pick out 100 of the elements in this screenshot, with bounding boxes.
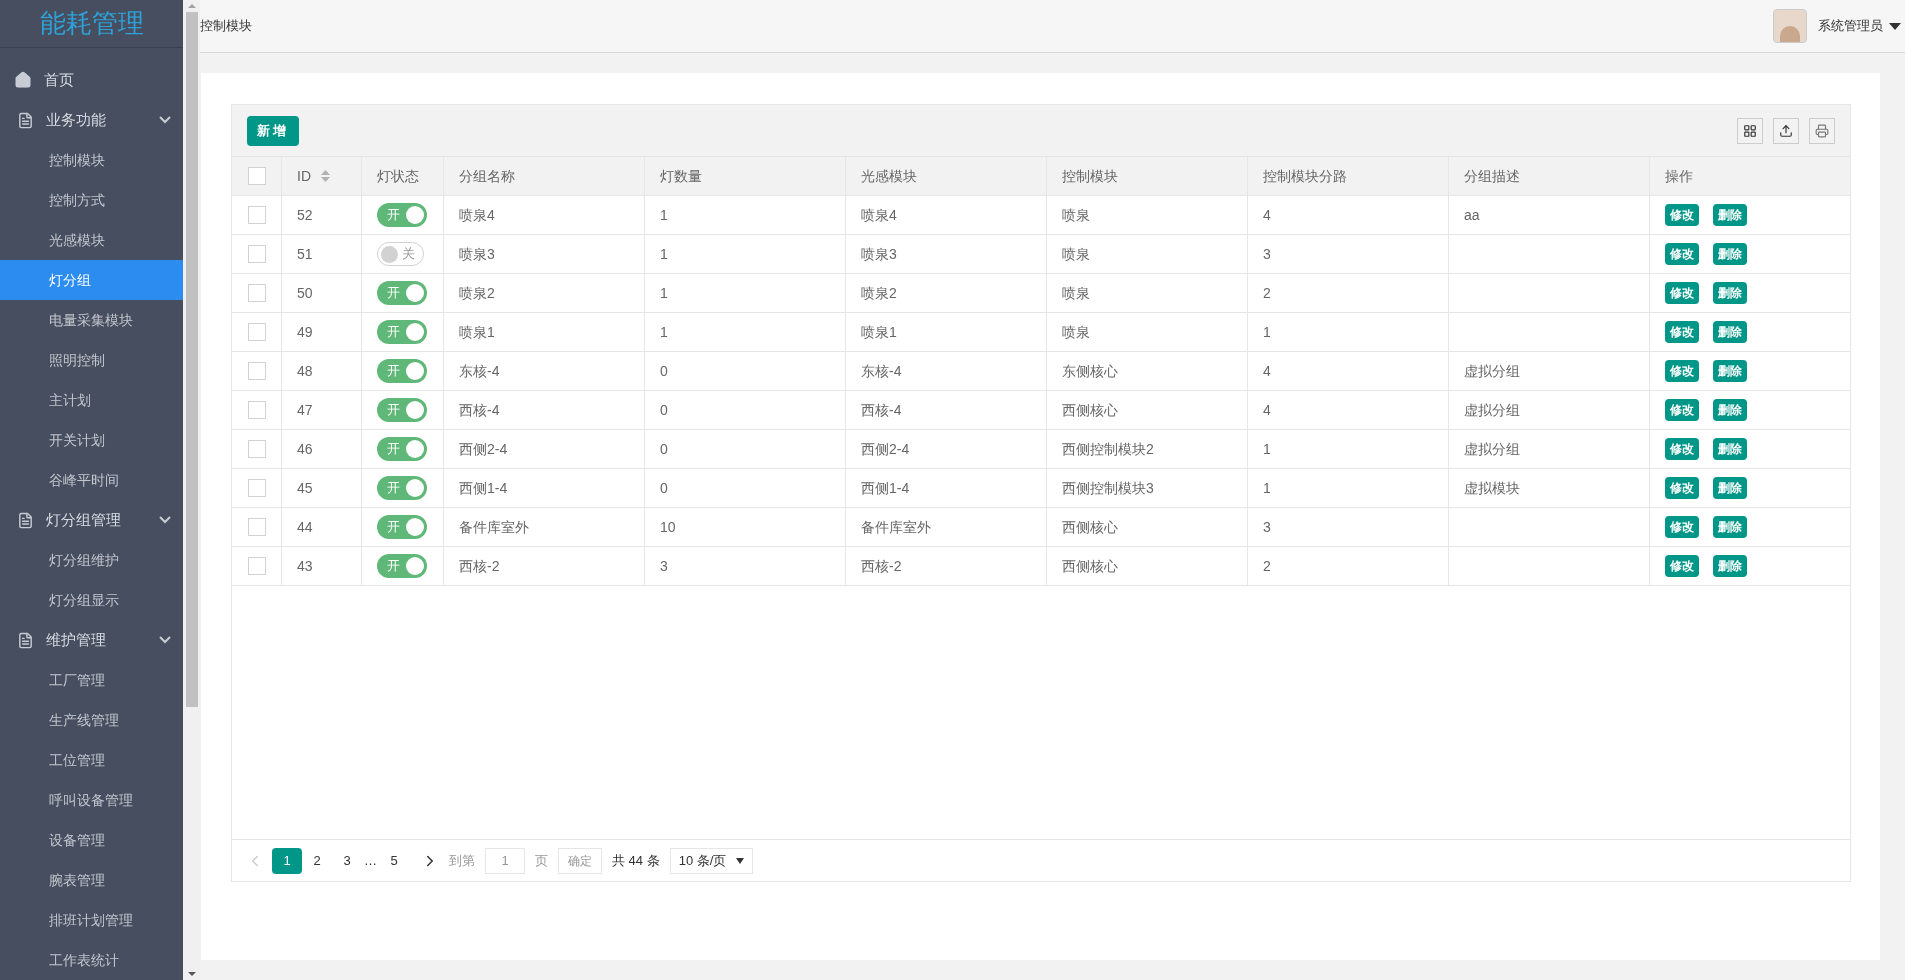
- toggle-switch[interactable]: 关: [377, 242, 424, 266]
- checkbox[interactable]: [247, 479, 266, 497]
- page-button[interactable]: 3: [332, 847, 362, 874]
- table-cell-text: 1: [660, 283, 668, 303]
- toggle-switch[interactable]: 开: [377, 437, 427, 461]
- add-button[interactable]: 新增: [247, 115, 299, 146]
- sidebar-subitem[interactable]: 灯分组: [0, 260, 183, 300]
- sidebar-subitem[interactable]: 工作表统计: [0, 940, 183, 980]
- edit-button[interactable]: 修改: [1665, 438, 1699, 460]
- page-size-select[interactable]: 10 条/页: [669, 847, 754, 874]
- delete-button[interactable]: 删除: [1713, 438, 1747, 460]
- table-cell-text: 49: [297, 322, 313, 342]
- sidebar-subitem[interactable]: 灯分组显示: [0, 580, 183, 620]
- table-cell-text: 3: [660, 556, 668, 576]
- table-cell-text: 48: [297, 361, 313, 381]
- export-icon[interactable]: [1773, 117, 1799, 144]
- delete-button[interactable]: 删除: [1713, 555, 1747, 577]
- toggle-switch[interactable]: 开: [377, 320, 427, 344]
- table-cell-text: 西侧1-4: [861, 478, 910, 498]
- checkbox[interactable]: [247, 284, 266, 302]
- app-title: 能耗管理: [39, 7, 144, 40]
- sort-icon: [321, 170, 330, 182]
- delete-button[interactable]: 删除: [1713, 321, 1747, 343]
- home-icon: [14, 71, 32, 89]
- page-input[interactable]: 1: [485, 847, 525, 874]
- checkbox[interactable]: [247, 362, 266, 380]
- checkbox[interactable]: [247, 401, 266, 419]
- edit-button[interactable]: 修改: [1665, 399, 1699, 421]
- confirm-button[interactable]: 确定: [558, 847, 602, 874]
- column-header: 分组描述: [1464, 166, 1520, 186]
- table-cell-text: 44: [297, 517, 313, 537]
- table-cell-text: 4: [1263, 361, 1271, 381]
- user-menu[interactable]: 系统管理员: [1818, 16, 1901, 36]
- sidebar-subitem[interactable]: 开关计划: [0, 420, 183, 460]
- table-cell-text: 46: [297, 439, 313, 459]
- edit-button[interactable]: 修改: [1665, 360, 1699, 382]
- toggle-switch[interactable]: 开: [377, 281, 427, 305]
- page-button[interactable]: 5: [379, 847, 409, 874]
- edit-button[interactable]: 修改: [1665, 477, 1699, 499]
- delete-button[interactable]: 删除: [1713, 477, 1747, 499]
- sidebar-subitem[interactable]: 腕表管理: [0, 860, 183, 900]
- checkbox[interactable]: [247, 167, 266, 185]
- checkbox[interactable]: [247, 206, 266, 224]
- delete-button[interactable]: 删除: [1713, 282, 1747, 304]
- sidebar-subitem[interactable]: 排班计划管理: [0, 900, 183, 940]
- checkbox[interactable]: [247, 323, 266, 341]
- sidebar-subitem[interactable]: 控制方式: [0, 180, 183, 220]
- table-cell-text: 0: [660, 400, 668, 420]
- user-avatar[interactable]: [1773, 9, 1807, 43]
- table-cell-text: 4: [1263, 400, 1271, 420]
- table-cell-text: 西侧核心: [1062, 400, 1118, 420]
- table-cell-text: 西侧核心: [1062, 517, 1118, 537]
- delete-button[interactable]: 删除: [1713, 360, 1747, 382]
- caret-icon: [1889, 22, 1901, 30]
- delete-button[interactable]: 删除: [1713, 204, 1747, 226]
- table-cell-text: 东核-4: [861, 361, 902, 381]
- delete-button[interactable]: 删除: [1713, 399, 1747, 421]
- table-cell-text: 3: [1263, 517, 1271, 537]
- edit-button[interactable]: 修改: [1665, 555, 1699, 577]
- toggle-switch[interactable]: 开: [377, 359, 427, 383]
- sidebar-subitem[interactable]: 照明控制: [0, 340, 183, 380]
- sidebar-subitem[interactable]: 工厂管理: [0, 660, 183, 700]
- checkbox[interactable]: [247, 557, 266, 575]
- sidebar-subitem[interactable]: 工位管理: [0, 740, 183, 780]
- toggle-switch[interactable]: 开: [377, 554, 427, 578]
- toggle-switch[interactable]: 开: [377, 203, 427, 227]
- sidebar-subitem[interactable]: 控制模块: [0, 140, 183, 180]
- sidebar-subitem[interactable]: 生产线管理: [0, 700, 183, 740]
- delete-button[interactable]: 删除: [1713, 243, 1747, 265]
- edit-button[interactable]: 修改: [1665, 243, 1699, 265]
- page-unit-label: 页: [535, 851, 548, 870]
- checkbox[interactable]: [247, 518, 266, 536]
- page-button[interactable]: 1: [272, 847, 302, 874]
- table-cell-text: 2: [1263, 556, 1271, 576]
- table-cell-text: 虚拟分组: [1464, 439, 1520, 459]
- toggle-switch[interactable]: 开: [377, 398, 427, 422]
- sidebar-subitem[interactable]: 主计划: [0, 380, 183, 420]
- edit-button[interactable]: 修改: [1665, 282, 1699, 304]
- column-header: 操作: [1665, 166, 1693, 186]
- delete-button[interactable]: 删除: [1713, 516, 1747, 538]
- edit-button[interactable]: 修改: [1665, 204, 1699, 226]
- sidebar-subitem[interactable]: 灯分组维护: [0, 540, 183, 580]
- sidebar-subitem[interactable]: 光感模块: [0, 220, 183, 260]
- toggle-switch[interactable]: 开: [377, 476, 427, 500]
- table-cell-text: 4: [1263, 205, 1271, 225]
- checkbox[interactable]: [247, 245, 266, 263]
- page-button[interactable]: 2: [302, 847, 332, 874]
- sidebar-subitem[interactable]: 电量采集模块: [0, 300, 183, 340]
- sidebar-subitem[interactable]: 谷峰平时间: [0, 460, 183, 500]
- toggle-switch[interactable]: 开: [377, 515, 427, 539]
- sidebar-subitem[interactable]: 呼叫设备管理: [0, 780, 183, 820]
- checkbox[interactable]: [247, 440, 266, 458]
- sidebar-subitem[interactable]: 设备管理: [0, 820, 183, 860]
- goto-label: 到第: [449, 851, 475, 870]
- table-cell-text: 43: [297, 556, 313, 576]
- edit-button[interactable]: 修改: [1665, 321, 1699, 343]
- table-cell-text: 虚拟分组: [1464, 361, 1520, 381]
- print-icon[interactable]: [1809, 117, 1835, 144]
- edit-button[interactable]: 修改: [1665, 516, 1699, 538]
- columns-icon[interactable]: [1737, 117, 1763, 144]
